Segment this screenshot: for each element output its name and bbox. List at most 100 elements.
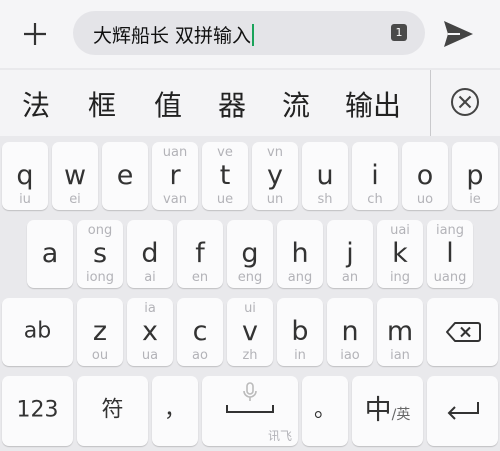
key-b[interactable]: b in [277, 298, 323, 366]
candidate-4[interactable]: 器 [218, 84, 246, 124]
key-final-label: en [191, 270, 209, 285]
key-final-label: vn [267, 145, 283, 160]
enter-key[interactable] [427, 376, 498, 446]
key-p[interactable]: p ie [452, 142, 498, 210]
key-t[interactable]: ve t ue [202, 142, 248, 210]
plus-button[interactable] [14, 14, 56, 54]
close-candidates-button[interactable] [448, 85, 482, 119]
lang-alt-label: 英 [396, 406, 411, 423]
ab-label: ab [23, 318, 52, 344]
key-letter: i [371, 159, 379, 191]
key-z[interactable]: z ou [77, 298, 123, 366]
period-label: 。 [313, 397, 336, 423]
key-final-label: van [163, 192, 187, 207]
key-y[interactable]: vn y un [252, 142, 298, 210]
key-letter: m [386, 315, 414, 347]
key-r[interactable]: uan r van [152, 142, 198, 210]
key-final-label: an [341, 270, 359, 285]
close-circle-icon [451, 88, 479, 116]
key-final-label: ing [389, 270, 411, 285]
key-final-label: ve [217, 145, 233, 160]
key-letter: s [92, 237, 108, 269]
key-final-label: iong [85, 270, 115, 285]
key-i[interactable]: i ch [352, 142, 398, 210]
candidate-1[interactable]: 法 [22, 84, 50, 124]
key-q[interactable]: q iu [2, 142, 48, 210]
language-toggle-key[interactable]: 中/英 [352, 376, 423, 446]
send-icon [444, 21, 473, 47]
key-final-label: in [294, 348, 306, 363]
key-final-label: uan [162, 145, 188, 160]
key-final-label: ue [216, 192, 234, 207]
candidate-5[interactable]: 流 [282, 84, 310, 124]
candidate-2[interactable]: 框 [88, 84, 116, 124]
key-final-label: ui [244, 301, 256, 316]
key-letter: t [219, 159, 231, 191]
key-c[interactable]: c ao [177, 298, 223, 366]
key-o[interactable]: o uo [402, 142, 448, 210]
key-final-label: uai [390, 223, 410, 238]
key-letter: q [16, 159, 34, 191]
key-final-label: ua [141, 348, 159, 363]
ab-toggle-key[interactable]: ab [2, 298, 73, 366]
key-final-label: ian [390, 348, 410, 363]
key-a[interactable]: a [27, 220, 73, 288]
key-final-label: ch [367, 192, 383, 207]
numbers-key[interactable]: 123 [2, 376, 73, 446]
key-n[interactable]: n iao [327, 298, 373, 366]
key-letter: b [291, 315, 309, 347]
key-letter: y [267, 159, 283, 191]
key-x[interactable]: ia x ua [127, 298, 173, 366]
key-j[interactable]: j an [327, 220, 373, 288]
key-final-label: ai [144, 270, 156, 285]
key-final-label: uang [433, 270, 467, 285]
microphone-icon [243, 382, 257, 401]
key-final-label: uo [416, 192, 434, 207]
key-final-label: ia [144, 301, 156, 316]
candidate-6[interactable]: 输出 [345, 84, 401, 124]
key-letter: p [466, 159, 484, 191]
key-letter: x [142, 315, 158, 347]
key-w[interactable]: w ei [52, 142, 98, 210]
comma-key[interactable]: ， [152, 376, 198, 446]
compose-bar: 大辉船长 双拼输入 1 [0, 0, 500, 68]
key-m[interactable]: m ian [377, 298, 423, 366]
key-v[interactable]: ui v zh [227, 298, 273, 366]
key-letter: g [241, 237, 259, 269]
key-final-label: iu [19, 192, 31, 207]
key-letter: j [346, 237, 354, 269]
message-input[interactable]: 大辉船长 双拼输入 1 [73, 11, 425, 55]
key-letter: r [169, 159, 181, 191]
key-h[interactable]: h ang [277, 220, 323, 288]
key-letter: o [416, 159, 434, 191]
key-d[interactable]: d ai [127, 220, 173, 288]
key-final-label: ong [87, 223, 113, 238]
key-letter: u [316, 159, 334, 191]
numbers-label: 123 [16, 397, 59, 423]
key-k[interactable]: uai k ing [377, 220, 423, 288]
key-l[interactable]: iang l uang [427, 220, 473, 288]
space-voice-key[interactable]: 讯飞 [202, 376, 298, 446]
enter-icon [447, 402, 479, 420]
key-letter: n [341, 315, 359, 347]
backspace-key[interactable] [427, 298, 498, 366]
key-final-label: ang [287, 270, 313, 285]
keyboard: q iu w ei e uan r van ve t ue vn y un u … [0, 138, 500, 451]
key-letter: w [63, 159, 87, 191]
key-final-label: ou [91, 348, 109, 363]
candidate-3[interactable]: 值 [154, 84, 182, 124]
key-u[interactable]: u sh [302, 142, 348, 210]
key-final-label: eng [237, 270, 263, 285]
key-e[interactable]: e [102, 142, 148, 210]
send-button[interactable] [440, 16, 476, 52]
key-g[interactable]: g eng [227, 220, 273, 288]
key-s[interactable]: ong s iong [77, 220, 123, 288]
key-letter: k [392, 237, 408, 269]
ime-badge-icon: 1 [391, 24, 407, 41]
candidate-bar: 法 框 值 器 流 输出 [0, 70, 500, 136]
symbols-label: 符 [101, 397, 124, 423]
key-f[interactable]: f en [177, 220, 223, 288]
lang-main-label: 中 [364, 394, 392, 426]
period-key[interactable]: 。 [302, 376, 348, 446]
symbols-key[interactable]: 符 [77, 376, 148, 446]
